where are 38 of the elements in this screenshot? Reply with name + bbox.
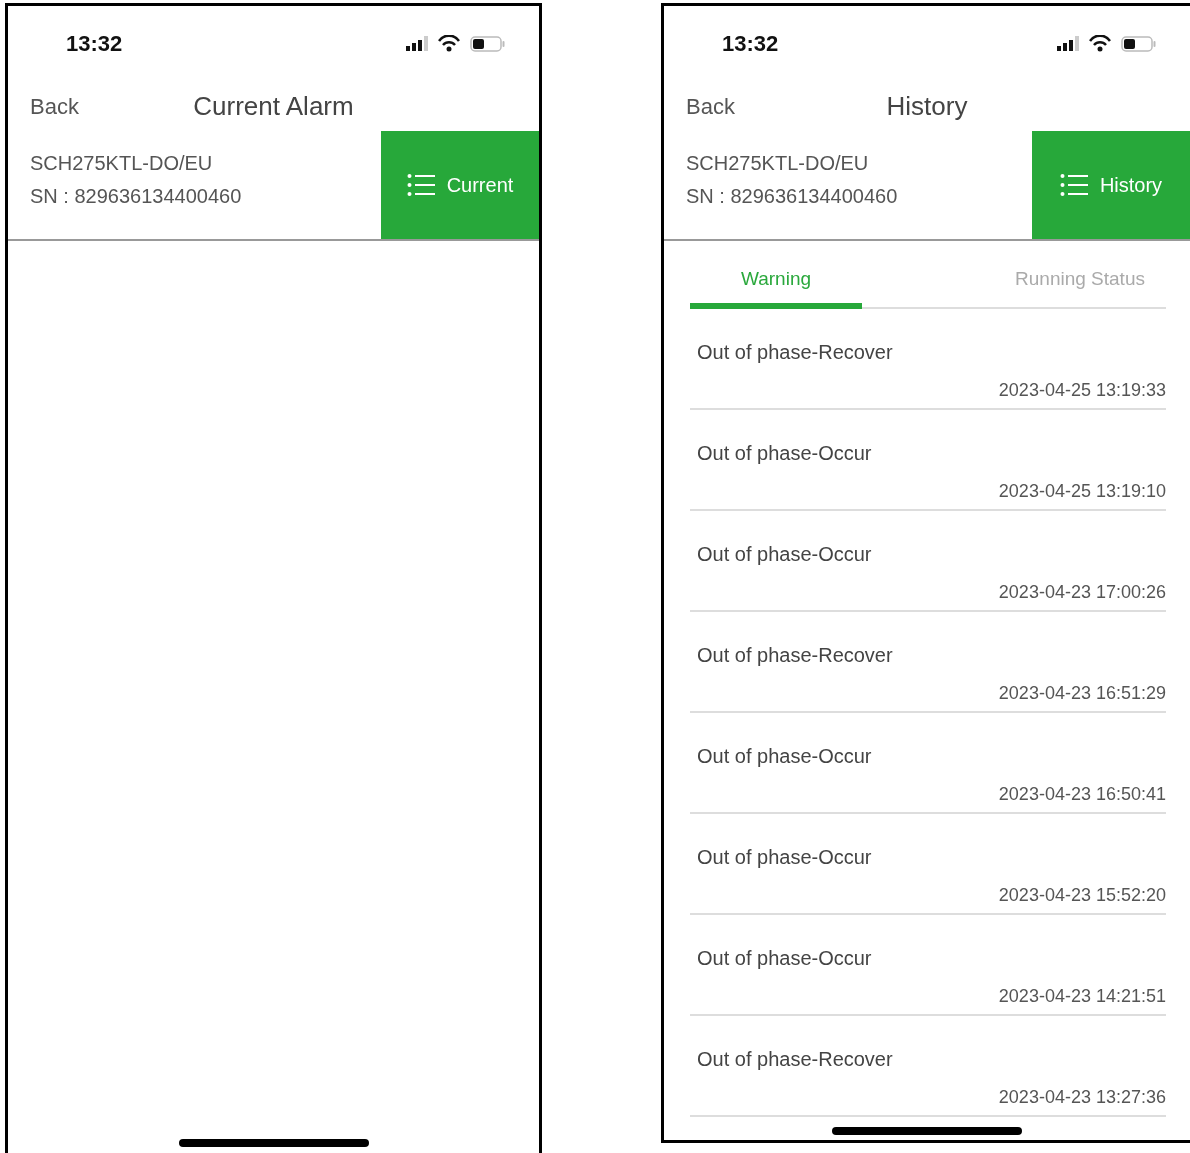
- mode-button[interactable]: Current: [381, 131, 539, 239]
- signal-icon: [1057, 36, 1079, 51]
- event-time: 2023-04-23 15:52:20: [998, 884, 1166, 907]
- status-time: 13:32: [722, 30, 779, 58]
- list-icon: [406, 173, 435, 197]
- event-name: Out of phase-Occur: [697, 542, 872, 567]
- event-time: 2023-04-23 13:27:36: [998, 1086, 1166, 1109]
- tab[interactable]: Running Status: [994, 241, 1166, 309]
- status-time: 13:32: [66, 30, 123, 58]
- device-model: SCH275KTL-DO/EU: [30, 151, 214, 176]
- back-link[interactable]: Back: [686, 89, 735, 123]
- event-name: Out of phase-Recover: [697, 1047, 893, 1072]
- event-name: Out of phase-Occur: [697, 845, 872, 870]
- event-time: 2023-04-23 14:21:51: [998, 985, 1166, 1008]
- event-name: Out of phase-Recover: [697, 643, 893, 668]
- battery-icon: [1121, 35, 1156, 52]
- battery-icon: [470, 35, 505, 52]
- event-time: 2023-04-23 17:00:26: [998, 581, 1166, 604]
- event-name: Out of phase-Recover: [697, 340, 893, 365]
- event-time: 2023-04-25 13:19:33: [998, 379, 1166, 402]
- serial-number: SN : 829636134400460: [30, 184, 243, 209]
- event-name: Out of phase-Occur: [697, 744, 872, 769]
- event-time: 2023-04-23 16:50:41: [998, 783, 1166, 806]
- page-title: History: [886, 89, 968, 123]
- list-icon: [1059, 173, 1088, 197]
- signal-icon: [406, 36, 428, 51]
- tab[interactable]: Warning: [690, 241, 862, 309]
- back-link[interactable]: Back: [30, 89, 79, 123]
- device-model: SCH275KTL-DO/EU: [686, 151, 870, 176]
- serial-number: SN : 829636134400460: [686, 184, 899, 209]
- event-time: 2023-04-23 16:51:29: [998, 682, 1166, 705]
- wifi-icon: [438, 35, 460, 52]
- event-name: Out of phase-Occur: [697, 441, 872, 466]
- wifi-icon: [1089, 35, 1111, 52]
- mode-button[interactable]: History: [1032, 131, 1190, 239]
- event-time: 2023-04-25 13:19:10: [998, 480, 1166, 503]
- event-name: Out of phase-Occur: [697, 946, 872, 971]
- page-title: Current Alarm: [193, 89, 354, 123]
